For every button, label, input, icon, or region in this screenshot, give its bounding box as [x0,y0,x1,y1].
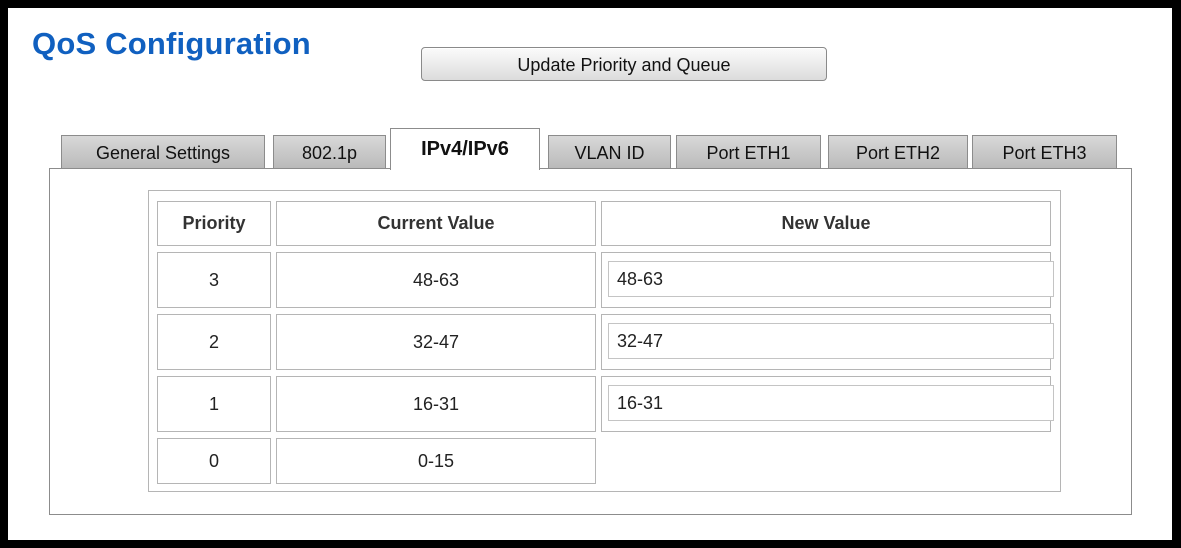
page-title: QoS Configuration [32,26,311,61]
new-value-input-priority-1[interactable] [608,385,1054,421]
current-value-cell: 0-15 [276,438,596,484]
tab-vlan-id[interactable]: VLAN ID [548,135,671,169]
tab-ipv4-ipv6[interactable]: IPv4/IPv6 [390,128,540,170]
new-value-input-priority-3[interactable] [608,261,1054,297]
priority-cell: 0 [157,438,271,484]
new-value-input-priority-2[interactable] [608,323,1054,359]
tab-8021p[interactable]: 802.1p [273,135,386,169]
tab-general-settings[interactable]: General Settings [61,135,265,169]
tab-port-eth1[interactable]: Port ETH1 [676,135,821,169]
priority-cell: 1 [157,376,271,432]
update-priority-queue-button[interactable]: Update Priority and Queue [421,47,827,81]
tab-port-eth3[interactable]: Port ETH3 [972,135,1117,169]
priority-cell: 3 [157,252,271,308]
header-current-value: Current Value [276,201,596,246]
header-new-value: New Value [601,201,1051,246]
current-value-cell: 16-31 [276,376,596,432]
tab-port-eth2[interactable]: Port ETH2 [828,135,968,169]
header-priority: Priority [157,201,271,246]
current-value-cell: 32-47 [276,314,596,370]
priority-cell: 2 [157,314,271,370]
current-value-cell: 48-63 [276,252,596,308]
